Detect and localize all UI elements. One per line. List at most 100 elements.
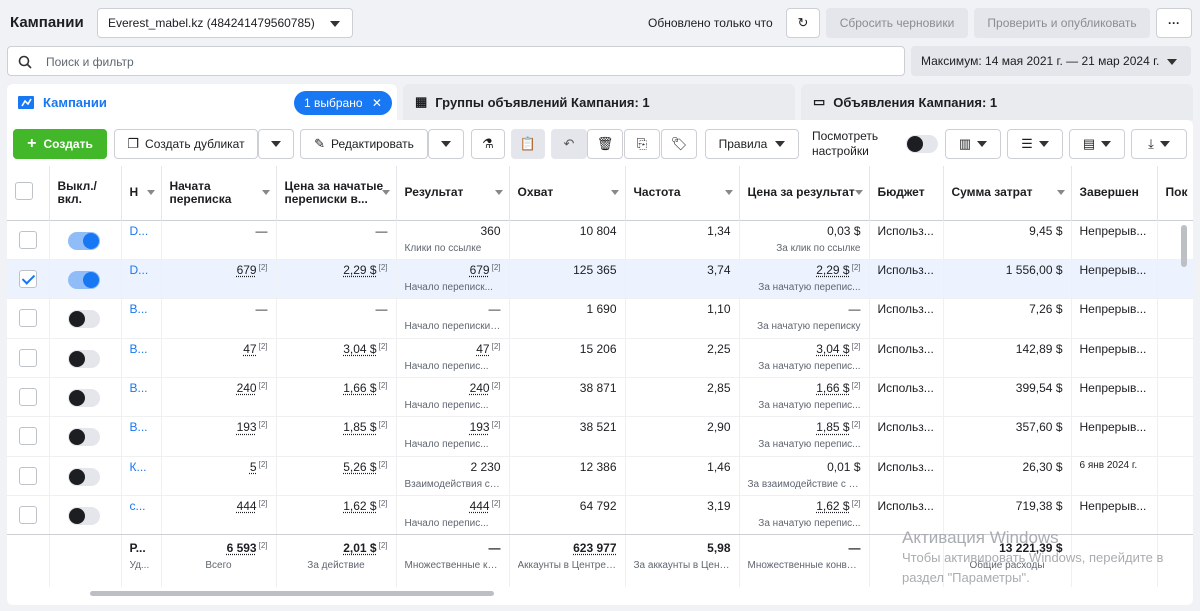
col-cost-per-result[interactable]: Цена за результат — [739, 166, 870, 220]
select-all-checkbox[interactable] — [15, 182, 33, 201]
row-checkbox[interactable] — [18, 506, 37, 525]
campaign-name[interactable]: D... — [121, 259, 162, 300]
edit-dropdown[interactable] — [428, 129, 464, 159]
search-input[interactable]: Поиск и фильтр — [46, 55, 134, 69]
campaign-toggle[interactable] — [67, 428, 100, 447]
row-checkbox[interactable] — [18, 466, 37, 485]
table-row[interactable]: В... 240 [2] 1,66 $ [2] 240 [2] Начало перепис.… — [7, 377, 1193, 418]
refresh-button[interactable]: ↻ — [786, 8, 820, 38]
col-end[interactable]: Завершен — [1071, 166, 1158, 220]
result-value[interactable]: 193 — [470, 420, 490, 434]
row-checkbox[interactable] — [18, 269, 37, 288]
table-row[interactable]: В... — — — Начало переписки ... 1 690 1,10 — За … — [7, 298, 1193, 339]
campaign-name-link[interactable]: К... — [130, 460, 147, 474]
col-name[interactable]: Н — [121, 166, 162, 220]
campaign-name[interactable]: К... — [121, 456, 162, 497]
col-frequency[interactable]: Частота — [625, 166, 740, 220]
result-value[interactable]: 240 — [470, 381, 490, 395]
horizontal-scrollbar[interactable] — [90, 591, 494, 596]
ab-test-button[interactable]: ⚗ — [471, 129, 505, 159]
conv-value[interactable]: 240 — [237, 381, 257, 395]
row-checkbox[interactable] — [18, 427, 37, 446]
discard-drafts-button[interactable]: Сбросить черновики — [826, 8, 968, 38]
col-conversation-price[interactable]: Цена за начатые переписки в... — [276, 166, 397, 220]
conv-value[interactable]: 193 — [237, 420, 257, 434]
table-row[interactable]: D... — — 360 Клики по ссылке 10 804 1,34 0,03 $… — [7, 220, 1193, 260]
close-icon[interactable]: ✕ — [372, 96, 382, 110]
columns-button[interactable]: ▥ — [945, 129, 1001, 159]
more-options-button[interactable]: ··· — [1156, 8, 1192, 38]
cpr-value[interactable]: 2,29 $ — [816, 263, 849, 277]
account-selector[interactable]: Everest_mabel.kz (484241479560785) — [97, 8, 353, 38]
conv_price-value[interactable]: 5,26 $ — [343, 460, 376, 474]
col-conversations[interactable]: Начата переписка — [161, 166, 277, 220]
delete-button[interactable]: 🗑 — [587, 129, 623, 159]
duplicate-button[interactable]: ❐ Создать дубликат — [114, 129, 258, 159]
create-button[interactable]: + Создать — [13, 129, 107, 159]
conv-value[interactable]: 47 — [243, 342, 256, 356]
result-value[interactable]: 47 — [476, 342, 489, 356]
col-impressions[interactable]: Пок — [1157, 166, 1193, 220]
result-value[interactable]: 679 — [470, 263, 490, 277]
undo-button[interactable]: ↶ — [551, 129, 587, 159]
cpr-value[interactable]: 1,62 $ — [816, 499, 849, 513]
conv_price-value[interactable]: 2,29 $ — [343, 263, 376, 277]
campaign-toggle[interactable] — [67, 310, 100, 329]
edit-button[interactable]: ✎ Редактировать — [300, 129, 428, 159]
conv-value[interactable]: 679 — [237, 263, 257, 277]
campaign-toggle[interactable] — [67, 467, 100, 486]
search-bar[interactable]: Поиск и фильтр — [7, 46, 905, 76]
row-checkbox[interactable] — [18, 348, 37, 367]
reports-button[interactable]: ▤ — [1069, 129, 1125, 159]
cpr-value[interactable]: 1,66 $ — [816, 381, 849, 395]
campaign-name[interactable]: D... — [121, 220, 162, 260]
conv_price-value[interactable]: 1,85 $ — [343, 420, 376, 434]
col-result[interactable]: Результат — [396, 166, 510, 220]
campaign-name[interactable]: В... — [121, 338, 162, 379]
campaign-name-link[interactable]: D... — [130, 263, 149, 277]
campaign-name[interactable]: с... — [121, 495, 162, 536]
rules-button[interactable]: Правила — [705, 129, 799, 159]
campaign-toggle[interactable] — [67, 231, 100, 250]
campaign-toggle[interactable] — [67, 349, 100, 368]
campaign-name-link[interactable]: D... — [130, 224, 149, 238]
col-reach[interactable]: Охват — [509, 166, 626, 220]
col-toggle[interactable]: Выкл./ вкл. — [49, 166, 122, 220]
table-row[interactable]: В... 47 [2] 3,04 $ [2] 47 [2] Начало перепис...… — [7, 338, 1193, 379]
export-button[interactable]: ⤓ — [1131, 129, 1187, 159]
campaign-name-link[interactable]: В... — [130, 381, 148, 395]
date-range-picker[interactable]: Максимум: 14 мая 2021 г. — 21 мар 2024 г… — [911, 46, 1191, 76]
row-checkbox[interactable] — [18, 388, 37, 407]
cpr-value[interactable]: 3,04 $ — [816, 342, 849, 356]
table-row[interactable]: В... 193 [2] 1,85 $ [2] 193 [2] Начало перепис.… — [7, 416, 1193, 457]
tab-ads[interactable]: ▭ Объявления Кампания: 1 — [801, 84, 1193, 120]
campaign-name-link[interactable]: В... — [130, 420, 148, 434]
conv_price-value[interactable]: 3,04 $ — [343, 342, 376, 356]
conv_price-value[interactable]: 1,62 $ — [343, 499, 376, 513]
result-value[interactable]: 444 — [470, 499, 490, 513]
conv-value[interactable]: 5 — [250, 460, 257, 474]
campaign-name-link[interactable]: В... — [130, 302, 148, 316]
col-spend[interactable]: Сумма затрат — [943, 166, 1072, 220]
selected-count-badge[interactable]: 1 выбрано ✕ — [294, 91, 392, 115]
clipboard-button[interactable]: 📋 — [511, 129, 545, 159]
campaign-toggle[interactable] — [67, 507, 100, 526]
breakdown-button[interactable]: ☰ — [1007, 129, 1063, 159]
row-checkbox[interactable] — [18, 230, 37, 249]
campaign-name-link[interactable]: с... — [130, 499, 146, 513]
campaign-name[interactable]: В... — [121, 377, 162, 418]
campaign-name[interactable]: В... — [121, 298, 162, 339]
conv_price-value[interactable]: 1,66 $ — [343, 381, 376, 395]
tab-ad-sets[interactable]: ▦ Группы объявлений Кампания: 1 — [403, 84, 795, 120]
table-row[interactable]: К... 5 [2] 5,26 $ [2] 2 230 Взаимодействия с .… — [7, 456, 1193, 497]
table-row[interactable]: D... 679 [2] 2,29 $ [2] 679 [2] Начало переписк… — [7, 259, 1193, 300]
view-settings-toggle[interactable] — [906, 135, 938, 153]
conv-value[interactable]: 444 — [237, 499, 257, 513]
campaign-toggle[interactable] — [67, 389, 100, 408]
tag-button[interactable]: 🏷 — [661, 129, 697, 159]
cpr-value[interactable]: 1,85 $ — [816, 420, 849, 434]
campaign-name[interactable]: В... — [121, 416, 162, 457]
campaign-name-link[interactable]: В... — [130, 342, 148, 356]
vertical-scrollbar[interactable] — [1181, 225, 1187, 267]
col-budget[interactable]: Бюджет — [869, 166, 944, 220]
